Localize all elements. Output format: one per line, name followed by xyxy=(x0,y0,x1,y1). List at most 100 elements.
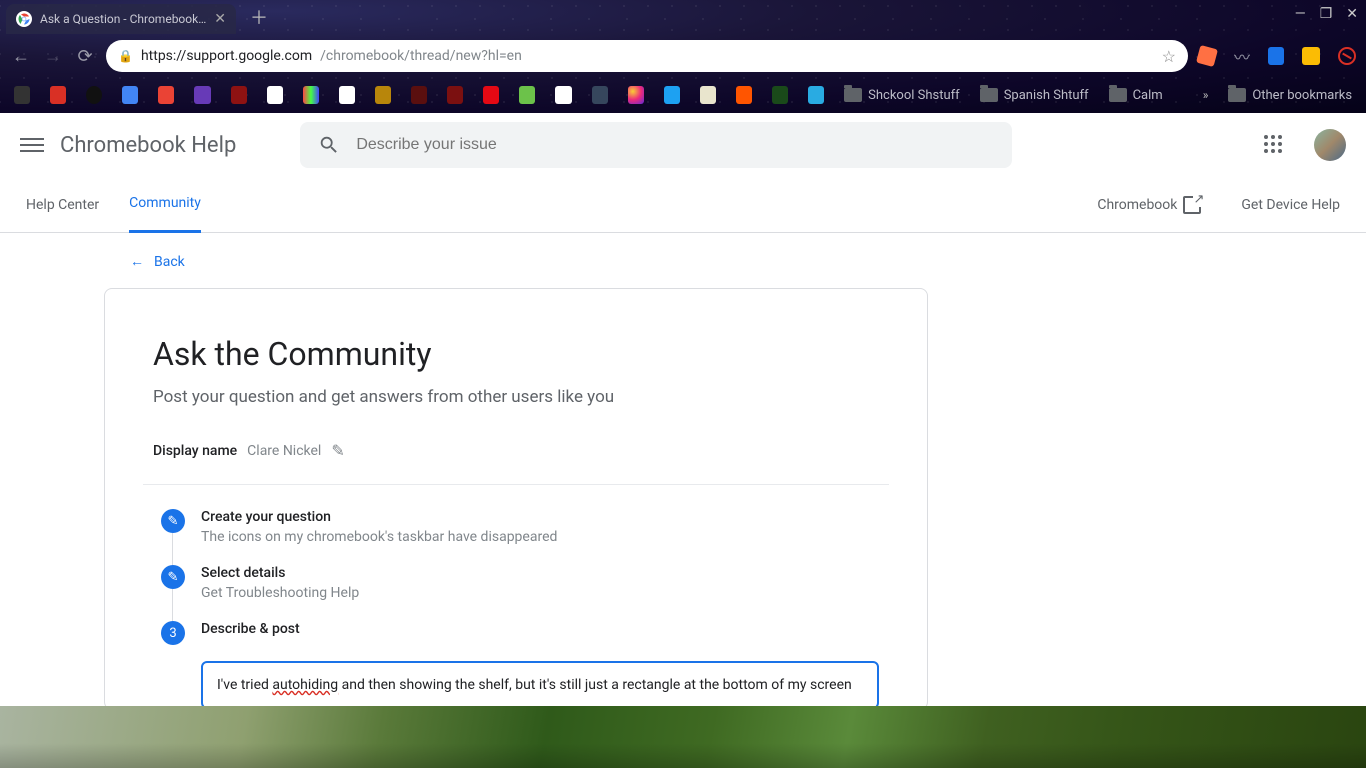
extension-icon[interactable] xyxy=(1338,47,1356,65)
bookmark-icon[interactable] xyxy=(231,86,247,104)
bookmark-icon[interactable] xyxy=(86,86,102,104)
divider xyxy=(143,484,889,485)
bookmark-icon[interactable] xyxy=(158,86,174,104)
step-1[interactable]: ✎ Create your question The icons on my c… xyxy=(153,509,879,565)
question-card: Ask the Community Post your question and… xyxy=(104,288,928,706)
extension-icon[interactable] xyxy=(1196,45,1218,67)
browser-tab[interactable]: Ask a Question - Chromebook H… ✕ xyxy=(6,4,236,34)
step-edit-icon: ✎ xyxy=(161,565,185,589)
describe-text-spellerror: autohiding xyxy=(272,677,338,693)
extension-icon[interactable] xyxy=(1302,47,1320,65)
window-close-icon[interactable]: ✕ xyxy=(1346,6,1358,22)
window-controls: — ❐ ✕ xyxy=(1295,6,1358,22)
describe-text: I've tried xyxy=(217,677,272,693)
step-number-badge: 3 xyxy=(161,621,185,645)
bookmarks-overflow-icon[interactable]: » xyxy=(1203,88,1209,102)
extension-icons: 〰 xyxy=(1198,44,1356,68)
page-subtitle: Post your question and get answers from … xyxy=(153,387,879,407)
bookmark-folder-label: Other bookmarks xyxy=(1252,88,1352,103)
bookmark-icon[interactable] xyxy=(194,86,210,104)
other-bookmarks[interactable]: Other bookmarks xyxy=(1228,88,1352,103)
edit-pencil-icon[interactable]: ✎ xyxy=(331,441,344,460)
back-link-label: Back xyxy=(154,254,185,270)
bookmark-icon[interactable] xyxy=(50,86,66,104)
bookmark-icon[interactable] xyxy=(772,86,788,104)
bookmark-icon[interactable] xyxy=(519,86,535,104)
step-title: Select details xyxy=(201,565,359,581)
product-link[interactable]: Chromebook xyxy=(1097,196,1201,214)
bookmark-icon[interactable] xyxy=(628,86,644,104)
step-desc: Get Troubleshooting Help xyxy=(201,585,359,601)
tab-favicon xyxy=(16,11,32,27)
bookmark-icon[interactable] xyxy=(700,86,716,104)
nav-forward-icon: → xyxy=(42,46,64,67)
step-title: Create your question xyxy=(201,509,557,525)
bookmark-icon[interactable] xyxy=(14,86,30,104)
app-header: Chromebook Help xyxy=(0,113,1366,177)
step-3: 3 Describe & post xyxy=(153,621,879,661)
bookmark-icon[interactable] xyxy=(267,86,283,104)
back-arrow-icon: ← xyxy=(130,253,144,270)
step-title: Describe & post xyxy=(201,621,300,637)
omnibox[interactable]: 🔒 https://support.google.com/chromebook/… xyxy=(106,40,1188,72)
nav-reload-icon[interactable]: ⟳ xyxy=(74,46,96,67)
bookmark-folder-label: Calm xyxy=(1133,88,1163,103)
tab-title: Ask a Question - Chromebook H… xyxy=(40,12,206,26)
bookmark-icon[interactable] xyxy=(592,86,608,104)
bookmark-icon[interactable] xyxy=(339,86,355,104)
lock-icon: 🔒 xyxy=(118,49,133,63)
display-name-value: Clare Nickel xyxy=(247,443,321,459)
tab-close-icon[interactable]: ✕ xyxy=(214,11,226,27)
nav-back-icon[interactable]: ← xyxy=(10,46,32,67)
desktop-background xyxy=(0,706,1366,768)
extension-icon[interactable] xyxy=(1268,47,1284,65)
url-host: https://support.google.com xyxy=(141,48,312,64)
external-link-icon xyxy=(1183,196,1201,214)
stepper: ✎ Create your question The icons on my c… xyxy=(153,509,879,706)
search-box[interactable] xyxy=(300,122,1012,168)
bookmark-icon[interactable] xyxy=(411,86,427,104)
bookmark-icon[interactable] xyxy=(483,86,499,104)
bookmark-folder[interactable]: Calm xyxy=(1109,88,1163,103)
bookmark-folder-label: Shckool Shstuff xyxy=(868,88,960,103)
bookmarks-bar: Shckool Shstuff Spanish Shtuff Calm » Ot… xyxy=(0,78,1366,112)
step-2[interactable]: ✎ Select details Get Troubleshooting Hel… xyxy=(153,565,879,621)
folder-icon xyxy=(844,88,862,102)
window-maximize-icon[interactable]: ❐ xyxy=(1320,6,1333,22)
describe-textarea[interactable]: I've tried autohiding and then showing t… xyxy=(201,661,879,706)
folder-icon xyxy=(1109,88,1127,102)
bookmark-icon[interactable] xyxy=(303,86,319,104)
step-desc: The icons on my chromebook's taskbar hav… xyxy=(201,529,557,545)
nav-community[interactable]: Community xyxy=(129,177,201,233)
google-apps-icon[interactable] xyxy=(1264,135,1284,155)
bookmark-icon[interactable] xyxy=(808,86,824,104)
account-avatar[interactable] xyxy=(1314,129,1346,161)
folder-icon xyxy=(1228,88,1246,102)
browser-chrome: Ask a Question - Chromebook H… ✕ ＋ — ❐ ✕… xyxy=(0,0,1366,113)
new-tab-button[interactable]: ＋ xyxy=(250,4,268,30)
bookmark-icon[interactable] xyxy=(122,86,138,104)
bookmark-icon[interactable] xyxy=(736,86,752,104)
extension-icon[interactable]: 〰 xyxy=(1234,44,1250,68)
menu-icon[interactable] xyxy=(20,133,44,157)
bookmark-icon[interactable] xyxy=(555,86,571,104)
get-device-help-link[interactable]: Get Device Help xyxy=(1241,197,1340,213)
window-minimize-icon[interactable]: — xyxy=(1295,6,1306,22)
back-link[interactable]: ← Back xyxy=(130,253,1366,270)
bookmark-icon[interactable] xyxy=(447,86,463,104)
bookmark-icon[interactable] xyxy=(664,86,680,104)
page-viewport: Chromebook Help Help Center Community Ch… xyxy=(0,113,1366,706)
bookmark-folder[interactable]: Shckool Shstuff xyxy=(844,88,960,103)
bookmark-star-icon[interactable]: ☆ xyxy=(1162,47,1176,66)
url-path: /chromebook/thread/new?hl=en xyxy=(320,48,522,64)
bookmark-icon[interactable] xyxy=(375,86,391,104)
nav-help-center[interactable]: Help Center xyxy=(26,177,99,233)
sub-navigation: Help Center Community Chromebook Get Dev… xyxy=(0,177,1366,233)
bookmark-folder[interactable]: Spanish Shtuff xyxy=(980,88,1089,103)
display-name-label: Display name xyxy=(153,443,237,459)
folder-icon xyxy=(980,88,998,102)
bookmark-folder-label: Spanish Shtuff xyxy=(1004,88,1089,103)
product-link-label: Chromebook xyxy=(1097,197,1177,213)
page-title: Ask the Community xyxy=(153,335,879,373)
search-input[interactable] xyxy=(356,136,994,154)
